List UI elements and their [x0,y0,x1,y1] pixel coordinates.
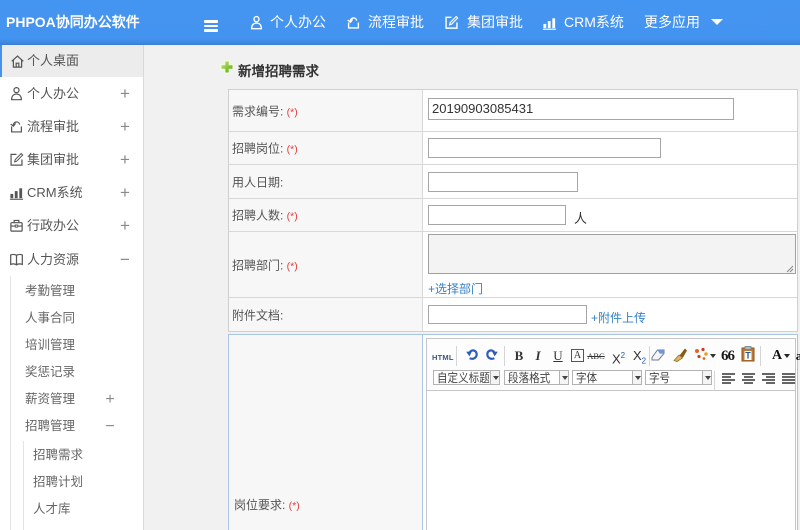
svg-text:T: T [745,351,751,361]
